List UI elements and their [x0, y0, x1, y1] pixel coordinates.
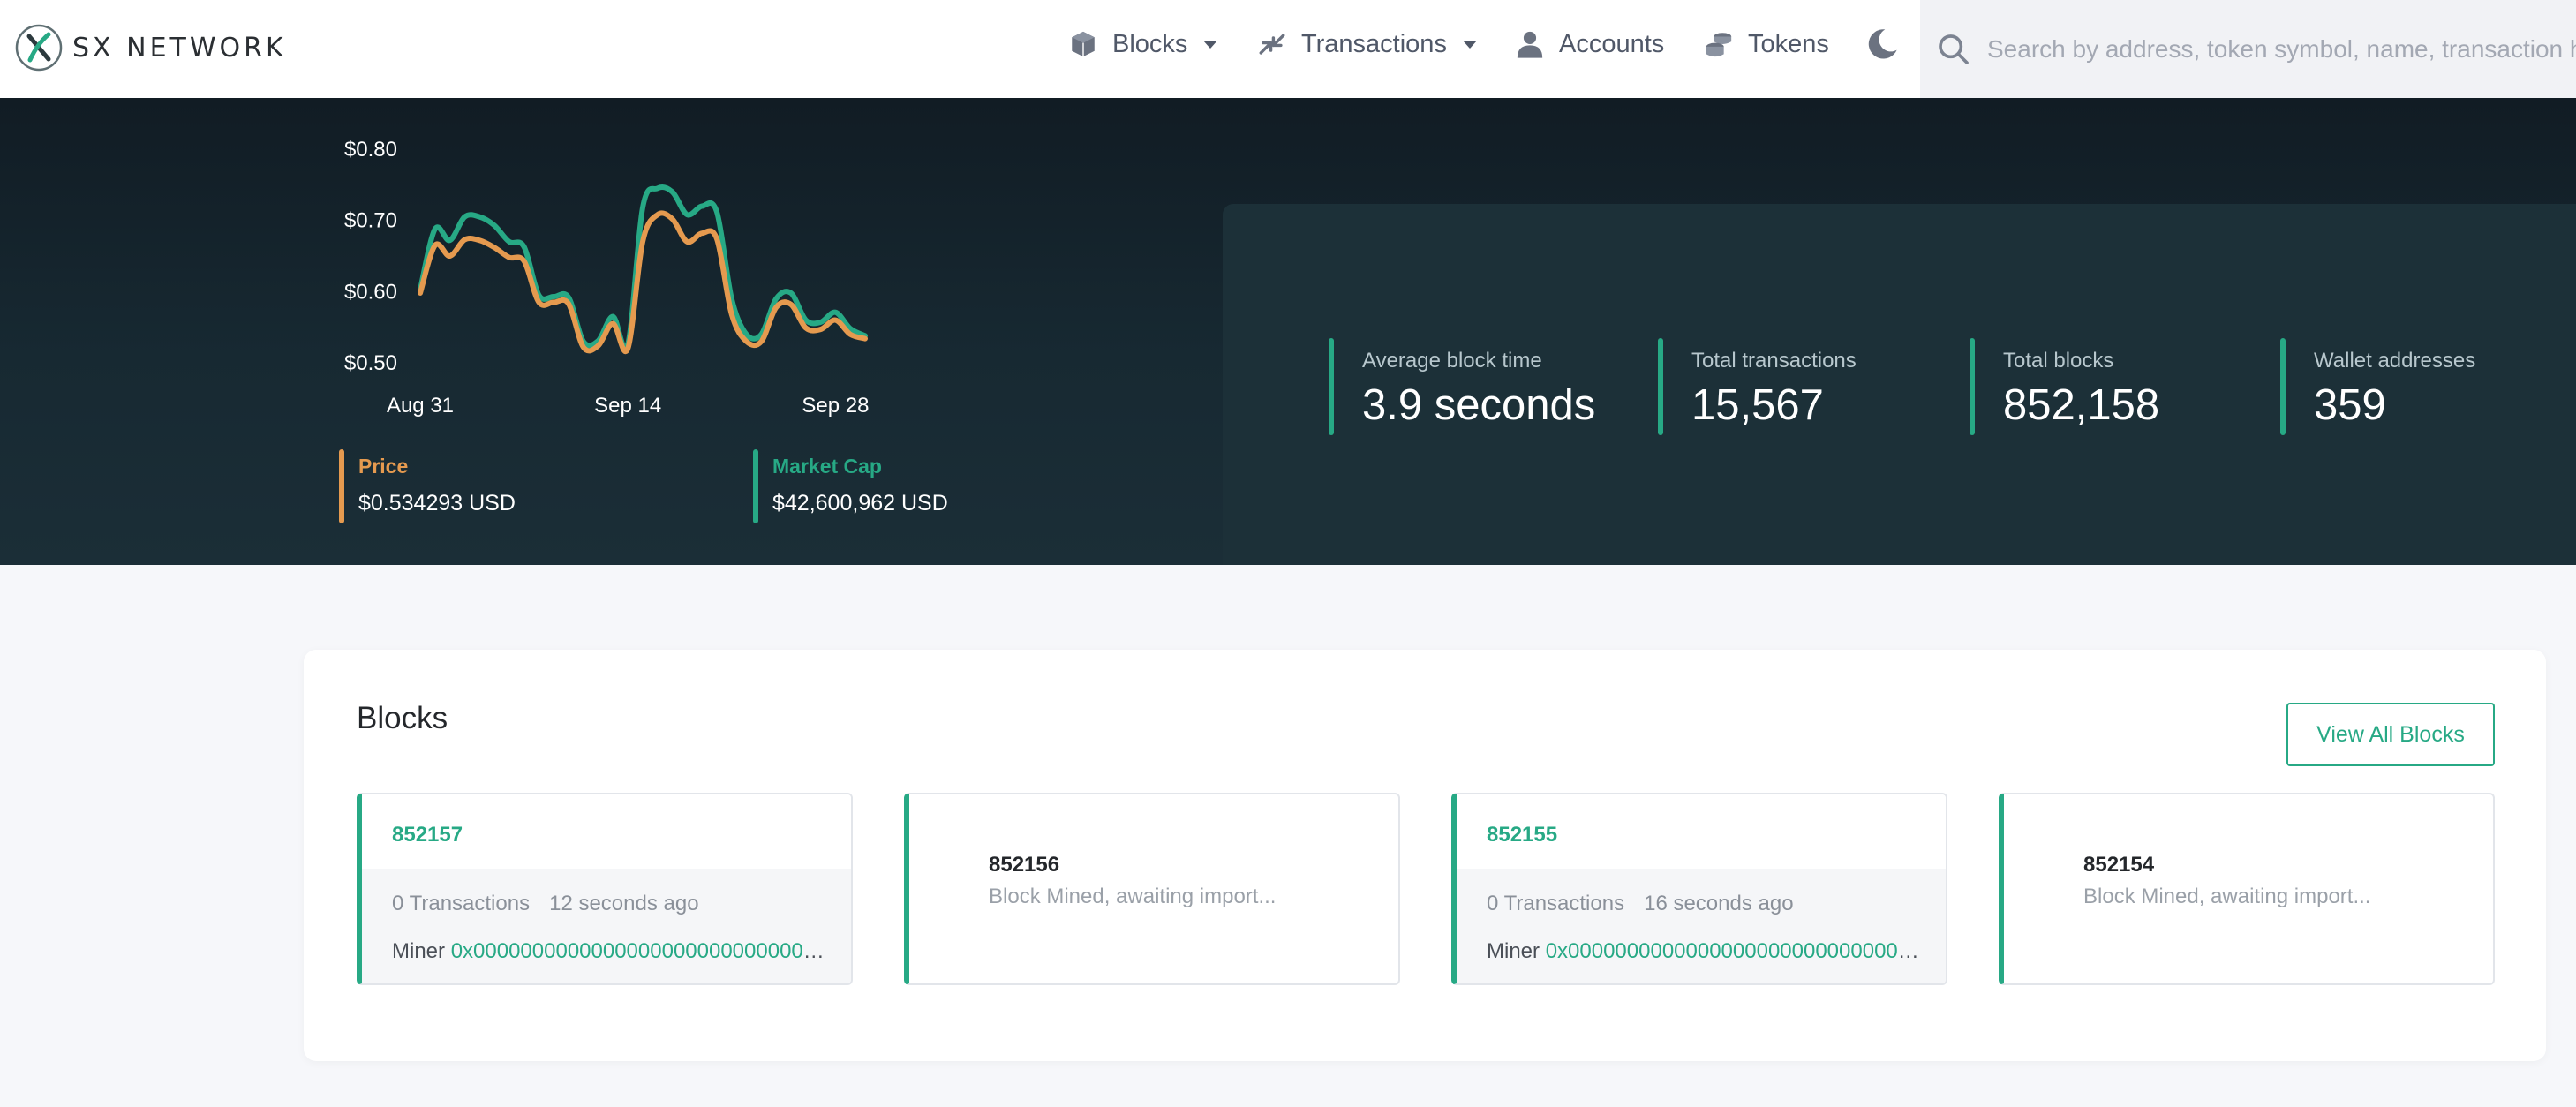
price-chart-svg: $0.50 $0.60 $0.70 $0.80 Aug 31 Sep 14 Sep 28	[344, 138, 870, 418]
sx-logo-icon	[15, 24, 63, 72]
top-navbar: SX NETWORK Blocks Transactions Accounts …	[0, 0, 2576, 98]
legend-price-marker	[339, 449, 344, 523]
stat-wallet-addresses: Wallet addresses 359	[2280, 338, 2475, 435]
block-status: Block Mined, awaiting import...	[989, 885, 1277, 908]
stat-label: Total transactions	[1691, 349, 1857, 373]
x-tick-label: Sep 28	[802, 394, 869, 418]
cube-icon	[1072, 31, 1095, 57]
search-icon	[1939, 34, 1969, 64]
nav-transactions[interactable]: Transactions	[1257, 25, 1477, 64]
search-bar	[1920, 0, 2576, 98]
search-input[interactable]	[1987, 34, 2576, 64]
stat-value: 3.9 seconds	[1362, 381, 1596, 429]
stat-label: Wallet addresses	[2314, 349, 2476, 373]
legend-market-cap: Market Cap $42,600,962 USD	[753, 449, 948, 523]
block-tile-body: 0 Transactions 12 seconds ago Miner 0x000…	[362, 869, 851, 983]
price-chart: $0.50 $0.60 $0.70 $0.80 Aug 31 Sep 14 Sep 28	[335, 133, 900, 469]
block-tile-pending: 852156 Block Mined, awaiting import...	[904, 793, 1400, 985]
coins-icon	[1706, 33, 1732, 57]
legend-market-cap-marker	[753, 449, 758, 523]
block-tile: 852157 0 Transactions 12 seconds ago Mine…	[357, 793, 853, 985]
view-all-blocks-button[interactable]: View All Blocks	[2286, 703, 2495, 766]
stat-value: 852,158	[2003, 381, 2160, 429]
block-tx-count: 0 Transactions	[392, 892, 531, 915]
legend-price-value: $0.534293 USD	[358, 491, 516, 516]
nav-blocks[interactable]: Blocks	[1068, 25, 1218, 64]
legend-price-label: Price	[358, 455, 409, 478]
miner-label: Miner	[392, 939, 446, 963]
legend-market-cap-label: Market Cap	[772, 455, 882, 478]
transfer-arrows-icon	[1259, 34, 1285, 55]
brand-name: SX NETWORK	[72, 32, 287, 64]
stat-marker	[1329, 338, 1334, 435]
miner-address-link[interactable]: 0x00000000000000000000000000000000000000…	[451, 939, 825, 963]
miner-label: Miner	[1487, 939, 1540, 963]
x-tick-label: Aug 31	[387, 394, 454, 418]
legend-market-cap-value: $42,600,962 USD	[772, 491, 948, 516]
y-tick-label: $0.50	[344, 351, 397, 375]
y-tick-label: $0.70	[344, 209, 397, 233]
hero-section: $0.50 $0.60 $0.70 $0.80 Aug 31 Sep 14 Sep 28 P…	[0, 98, 2576, 565]
stat-value: 359	[2314, 381, 2386, 429]
nav-accounts[interactable]: Accounts	[1515, 25, 1664, 64]
chevron-down-icon	[1462, 40, 1477, 49]
block-tile-header: 852155	[1457, 794, 1946, 869]
block-number: 852154	[2083, 853, 2155, 877]
blocks-title: Blocks	[357, 701, 448, 735]
block-age: 12 seconds ago	[549, 892, 699, 915]
network-stats-panel: Average block time 3.9 seconds Total tra…	[1223, 204, 2576, 565]
miner-address-link[interactable]: 0x00000000000000000000000000000000000000…	[1546, 939, 1919, 963]
user-icon	[1517, 31, 1543, 58]
block-pending-content: 852154 Block Mined, awaiting import...	[2004, 794, 2493, 909]
block-tx-count: 0 Transactions	[1487, 892, 1625, 915]
y-tick-label: $0.60	[344, 280, 397, 304]
stat-label: Average block time	[1362, 349, 1542, 373]
block-age: 16 seconds ago	[1644, 892, 1794, 915]
nav-transactions-label: Transactions	[1301, 29, 1447, 58]
block-number: 852156	[989, 853, 1060, 877]
stat-label: Total blocks	[2003, 349, 2114, 373]
block-number-link[interactable]: 852155	[1487, 823, 1557, 847]
block-number-link[interactable]: 852157	[392, 823, 463, 847]
chevron-down-icon	[1203, 40, 1218, 49]
nav-tokens[interactable]: Tokens	[1704, 25, 1829, 64]
block-tile: 852155 0 Transactions 16 seconds ago Mine…	[1451, 793, 1947, 985]
block-meta: 0 Transactions 12 seconds ago	[392, 892, 851, 916]
x-tick-label: Sep 14	[594, 394, 661, 418]
nav-blocks-label: Blocks	[1112, 29, 1188, 58]
y-tick-label: $0.80	[344, 138, 397, 162]
stat-value: 15,567	[1691, 381, 1824, 429]
stat-marker	[2280, 338, 2286, 435]
stat-total-blocks: Total blocks 852,158	[1970, 338, 2159, 435]
block-tile-body: 0 Transactions 16 seconds ago Miner 0x000…	[1457, 869, 1946, 983]
legend-price: Price $0.534293 USD	[339, 449, 516, 523]
stat-marker	[1970, 338, 1975, 435]
nav-tokens-label: Tokens	[1748, 29, 1829, 58]
moon-icon[interactable]	[1864, 26, 1900, 62]
block-meta: 0 Transactions 16 seconds ago	[1487, 892, 1946, 916]
stat-marker	[1658, 338, 1663, 435]
block-pending-content: 852156 Block Mined, awaiting import...	[909, 794, 1398, 909]
block-miner: Miner 0x00000000000000000000000000000000…	[1487, 939, 1919, 964]
stat-total-transactions: Total transactions 15,567	[1658, 338, 1857, 435]
block-tile-header: 852157	[362, 794, 851, 869]
brand-logo[interactable]: SX NETWORK	[14, 23, 287, 72]
blocks-card: Blocks View All Blocks 852157 0 Transact…	[304, 650, 2546, 1061]
block-miner: Miner 0x00000000000000000000000000000000…	[392, 939, 825, 964]
stat-average-block-time: Average block time 3.9 seconds	[1329, 338, 1595, 435]
block-tile-pending: 852154 Block Mined, awaiting import...	[1999, 793, 2495, 985]
series-line	[418, 184, 868, 351]
series-line	[418, 210, 868, 354]
nav-accounts-label: Accounts	[1559, 29, 1665, 58]
block-status: Block Mined, awaiting import...	[2083, 885, 2371, 908]
